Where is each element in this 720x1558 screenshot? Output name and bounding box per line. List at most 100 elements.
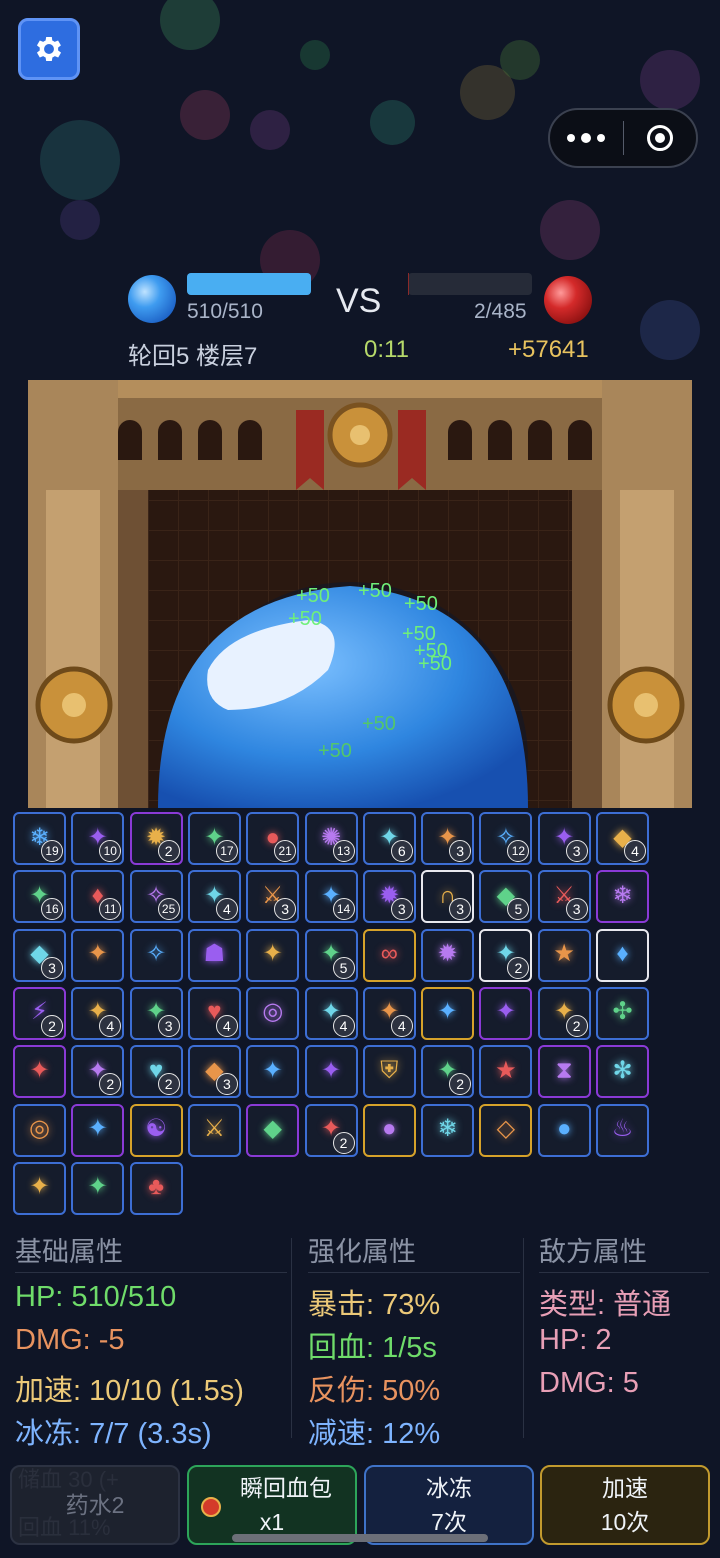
- item-slot[interactable]: ✦ 17: [187, 812, 241, 865]
- item-slot[interactable]: ✦: [479, 986, 533, 1040]
- freeze-button[interactable]: 冰冻 7次: [364, 1465, 534, 1545]
- item-slot[interactable]: ✦: [71, 928, 125, 982]
- item-slot[interactable]: ♣: [129, 1161, 183, 1215]
- silver-chain-icon: ∞: [380, 940, 398, 968]
- item-slot[interactable]: ♨: [596, 1103, 649, 1157]
- heal-popup-text: +50: [362, 713, 396, 735]
- item-slot[interactable]: ✦ 3: [537, 812, 591, 865]
- item-slot[interactable]: ✦ 6: [362, 812, 416, 865]
- heal-pack-button[interactable]: 瞬回血包 x1: [187, 1465, 357, 1545]
- item-slot[interactable]: ⚔ 3: [537, 870, 591, 924]
- item-slot[interactable]: ✧ 25: [129, 870, 183, 924]
- item-slot[interactable]: ⚡ 2: [13, 986, 66, 1040]
- item-slot[interactable]: ✦: [71, 1161, 125, 1215]
- settings-button[interactable]: [18, 18, 80, 80]
- item-slot[interactable]: ◆ 3: [13, 928, 66, 982]
- item-count-badge: 2: [157, 840, 180, 862]
- item-slot[interactable]: ◆: [246, 1103, 300, 1157]
- item-slot[interactable]: ✦: [246, 928, 300, 982]
- item-slot[interactable]: ◆ 4: [596, 812, 649, 865]
- item-slot[interactable]: ✦ 4: [71, 986, 125, 1040]
- item-slot[interactable]: ✦ 10: [71, 812, 125, 865]
- item-slot[interactable]: ✦: [304, 1045, 358, 1099]
- stats-panel: 基础属性 HP: 510/510 DMG: -5 加速: 10/10 (1.5s…: [0, 1230, 720, 1460]
- speed-button[interactable]: 加速 10次: [540, 1465, 710, 1545]
- item-slot[interactable]: ∩ 3: [421, 870, 475, 924]
- item-slot[interactable]: ❄: [596, 870, 649, 924]
- ice-star-icon: ★: [553, 940, 575, 968]
- radiant-star-icon: ★: [495, 1056, 517, 1084]
- item-slot[interactable]: ✣: [596, 986, 649, 1040]
- more-dots-icon[interactable]: [550, 133, 623, 143]
- player-hp-fill: [187, 273, 311, 295]
- item-slot[interactable]: ◆ 3: [187, 1045, 241, 1099]
- item-slot[interactable]: ✹: [421, 928, 475, 982]
- heal-popup-text: +50: [296, 585, 330, 607]
- item-slot[interactable]: ✹ 3: [362, 870, 416, 924]
- item-slot[interactable]: ✦: [71, 1103, 125, 1157]
- item-slot[interactable]: ☯: [129, 1103, 183, 1157]
- item-slot[interactable]: ✹ 2: [129, 812, 183, 865]
- item-slot[interactable]: ●: [537, 1103, 591, 1157]
- item-slot[interactable]: ∞: [362, 928, 416, 982]
- enemy-hp-text: 2/485: [474, 300, 527, 323]
- gear-icon: [36, 36, 62, 62]
- item-slot[interactable]: ◇: [479, 1103, 533, 1157]
- item-slot[interactable]: ✺ 13: [304, 812, 358, 865]
- item-slot[interactable]: ●: [362, 1103, 416, 1157]
- item-slot[interactable]: ⧗: [537, 1045, 591, 1099]
- heal-popup-text: +50: [358, 580, 392, 602]
- item-slot[interactable]: ✦ 3: [421, 812, 475, 865]
- item-slot[interactable]: ♦: [596, 928, 649, 982]
- item-slot[interactable]: ✦ 5: [304, 928, 358, 982]
- item-slot[interactable]: ⛨: [362, 1045, 416, 1099]
- item-slot[interactable]: ❄ 19: [13, 812, 66, 865]
- item-slot[interactable]: ♥ 2: [129, 1045, 183, 1099]
- target-circle-icon[interactable]: [624, 125, 697, 151]
- item-slot[interactable]: ● 21: [246, 812, 300, 865]
- enemy-dmg: DMG: 5: [539, 1367, 639, 1399]
- home-indicator[interactable]: [232, 1534, 488, 1542]
- item-count-badge: 3: [274, 898, 297, 921]
- item-slot[interactable]: ✦ 2: [421, 1045, 475, 1099]
- demon-mask-icon: ☗: [203, 940, 226, 968]
- item-slot[interactable]: ◆ 5: [479, 870, 533, 924]
- item-slot[interactable]: ✦ 16: [13, 870, 66, 924]
- blue-portal-icon: ◎: [29, 1115, 50, 1143]
- item-count-badge: 3: [390, 898, 413, 921]
- item-slot[interactable]: ⚔ 3: [246, 870, 300, 924]
- enhance-regen: 回血: 1/5s: [308, 1332, 437, 1364]
- item-slot[interactable]: ✦ 3: [129, 986, 183, 1040]
- base-hp: HP: 510/510: [15, 1281, 177, 1313]
- item-slot[interactable]: ✦ 4: [187, 870, 241, 924]
- item-slot[interactable]: ✦ 4: [362, 986, 416, 1040]
- item-slot[interactable]: ☗: [187, 928, 241, 982]
- item-slot[interactable]: ★: [537, 928, 591, 982]
- item-slot[interactable]: ✦: [246, 1045, 300, 1099]
- stats-divider-2: [523, 1238, 524, 1438]
- item-slot[interactable]: ★: [479, 1045, 533, 1099]
- item-slot[interactable]: ✦ 2: [304, 1103, 358, 1157]
- item-slot[interactable]: ✧: [129, 928, 183, 982]
- potion-button[interactable]: 储血 30 (+ 回血 11% 药水2: [10, 1465, 180, 1545]
- item-slot[interactable]: ✦: [13, 1045, 66, 1099]
- enemy-hp-bar: [408, 273, 532, 295]
- item-slot[interactable]: ✦: [421, 986, 475, 1040]
- item-slot[interactable]: ✦ 4: [304, 986, 358, 1040]
- item-slot[interactable]: ♦ 11: [71, 870, 125, 924]
- item-slot[interactable]: ✻: [596, 1045, 649, 1099]
- arena-gate: +50 +50 +50 +50 +50 +50 +50 +50 +50: [28, 380, 692, 938]
- item-slot[interactable]: ✧ 12: [479, 812, 533, 865]
- item-slot[interactable]: ✦: [13, 1161, 66, 1215]
- item-slot[interactable]: ✦ 2: [479, 928, 533, 982]
- item-slot[interactable]: ◎: [246, 986, 300, 1040]
- item-slot[interactable]: ⚔: [187, 1103, 241, 1157]
- frost-lance-icon: ❄: [437, 1115, 458, 1143]
- item-count-badge: 2: [565, 1014, 588, 1037]
- item-slot[interactable]: ✦ 2: [537, 986, 591, 1040]
- item-slot[interactable]: ✦ 2: [71, 1045, 125, 1099]
- item-slot[interactable]: ◎: [13, 1103, 66, 1157]
- item-slot[interactable]: ✦ 14: [304, 870, 358, 924]
- item-slot[interactable]: ♥ 4: [187, 986, 241, 1040]
- item-slot[interactable]: ❄: [421, 1103, 475, 1157]
